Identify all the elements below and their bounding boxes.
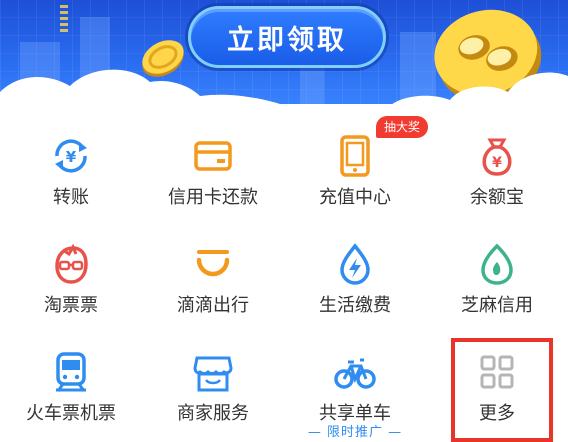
grid-item-transfer[interactable]: ¥ 转账 [0, 116, 142, 224]
grid-item-label: 充值中心 [319, 187, 391, 208]
sesame-credit-icon [481, 243, 513, 285]
taopiaopiao-icon [55, 243, 88, 284]
money-bag-icon: ¥ [482, 138, 512, 176]
credit-card-icon [194, 141, 232, 171]
train-icon [56, 352, 86, 392]
grid-item-label: 余额宝 [470, 187, 524, 208]
svg-text:¥: ¥ [492, 155, 502, 171]
grid-item-train-flight[interactable]: 火车票机票 [0, 332, 142, 440]
grid-item-label: 共享单车 [319, 403, 391, 424]
limited-promo-text: — 限时推广 — [307, 425, 403, 440]
promo-banner[interactable]: 立即领取 [0, 0, 568, 112]
didi-icon [196, 250, 230, 277]
lottery-badge: 抽大奖 [376, 116, 429, 138]
grid-item-taopiaopiao[interactable]: 淘票票 [0, 224, 142, 332]
utility-bolt-icon [340, 243, 370, 285]
grid-item-label: 生活缴费 [319, 295, 391, 316]
grid-item-label: 芝麻信用 [461, 295, 533, 316]
grid-item-label: 信用卡还款 [168, 187, 258, 208]
grid-item-label: 更多 [479, 403, 515, 424]
grid-item-yuebao[interactable]: ¥ 余额宝 [426, 116, 568, 224]
grid-item-label: 商家服务 [177, 403, 249, 424]
service-grid: ¥ 转账 信用卡还款 充值中心 ¥ 余额宝 淘票票 滴滴出行 生活缴费 芝麻信用… [0, 116, 568, 442]
phone-recharge-icon [340, 135, 370, 177]
more-grid-icon [480, 355, 514, 389]
grid-item-didi[interactable]: 滴滴出行 [142, 224, 284, 332]
grid-item-merchant-service[interactable]: 商家服务 [142, 332, 284, 440]
grid-item-more[interactable]: 更多 [426, 332, 568, 440]
grid-item-shared-bike[interactable]: 共享单车 [284, 332, 426, 440]
grid-item-label: 转账 [53, 187, 89, 208]
grid-item-credit-card[interactable]: 信用卡还款 [142, 116, 284, 224]
svg-text:¥: ¥ [66, 148, 77, 166]
bicycle-icon [334, 358, 376, 389]
transfer-icon: ¥ [55, 139, 87, 173]
store-icon [193, 356, 233, 392]
cloud-decoration [0, 69, 568, 112]
grid-item-sesame-credit[interactable]: 芝麻信用 [426, 224, 568, 332]
grid-item-label: 火车票机票 [26, 403, 116, 424]
grid-item-label: 淘票票 [44, 295, 98, 316]
sparkle-decoration [60, 4, 68, 32]
grid-item-label: 滴滴出行 [177, 295, 249, 316]
grid-item-utility-payment[interactable]: 生活缴费 [284, 224, 426, 332]
